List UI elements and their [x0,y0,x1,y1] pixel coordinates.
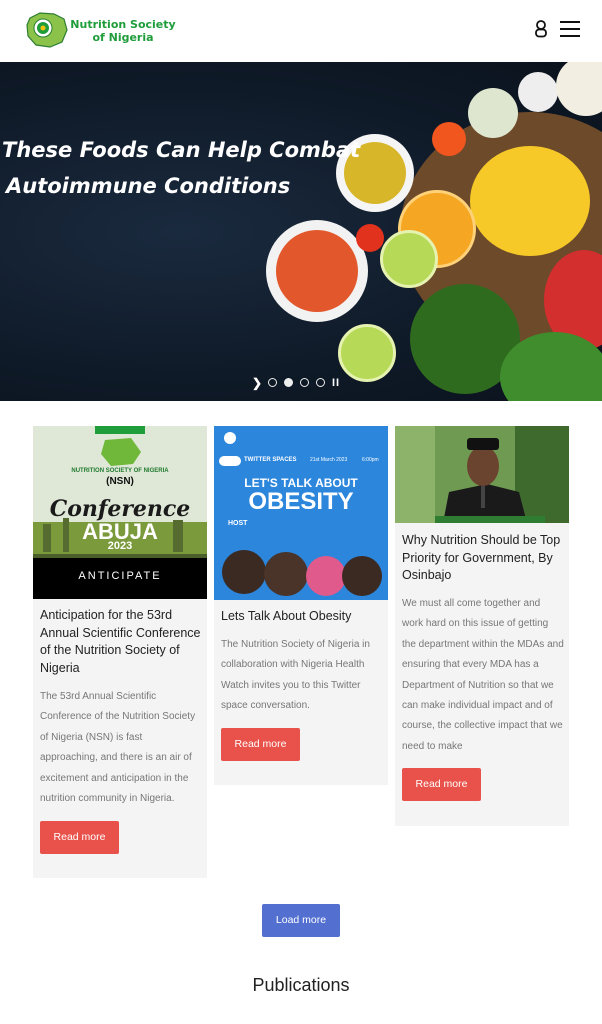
osinbajo-photo[interactable] [395,426,569,523]
card-excerpt: The 53rd Annual Scientific Conference of… [40,691,196,805]
news-card: NUTRITION SOCIETY OF NIGERIA (NSN) Confe… [33,426,207,878]
speaker-photo-graphic [395,426,569,523]
carousel-controls: ❯ II [252,376,352,390]
read-more-button[interactable]: Read more [221,728,300,761]
read-more-button[interactable]: Read more [40,821,119,854]
card-title[interactable]: Lets Talk About Obesity [221,608,383,626]
card-excerpt: We must all come together and work hard … [402,598,564,752]
site-header: Nutrition Society of Nigeria [0,0,602,62]
poster-anticipate-text: ANTICIPATE [78,570,162,582]
user-icon[interactable] [530,18,552,40]
poster-org-text: NUTRITION SOCIETY OF NIGERIA [71,468,169,474]
obesity-twitter-space-image[interactable]: TWITTER SPACES 21st March 2023 6:00pm LE… [214,426,388,600]
carousel-next-icon[interactable]: ❯ [252,376,262,390]
card-title[interactable]: Anticipation for the 53rd Annual Scienti… [40,607,202,677]
hamburger-menu-icon[interactable] [560,20,580,38]
lime-slice-2 [338,324,396,382]
news-card: Why Nutrition Should be Top Priority for… [395,426,569,826]
logo-text-line2: of Nigeria [92,31,154,44]
garlic [518,72,558,112]
card-excerpt: The Nutrition Society of Nigeria in coll… [221,639,370,712]
poster-host-text: HOST [228,520,248,527]
lime-slice-1 [380,230,438,288]
logo-text: Nutrition Society of Nigeria [68,18,178,44]
yellow-pepper [470,146,590,256]
cherry-tomato-2 [356,224,384,252]
hero-headline-line2: Autoimmune Conditions [6,174,291,198]
conference-poster-image[interactable]: NUTRITION SOCIETY OF NIGERIA (NSN) Confe… [33,426,207,599]
news-card: TWITTER SPACES 21st March 2023 6:00pm LE… [214,426,388,785]
publications-heading: Publications [252,975,350,995]
hero-carousel[interactable]: These Foods Can Help Combat Autoimmune C… [0,62,602,401]
hero-headline-line1: These Foods Can Help Combat [2,138,361,162]
carousel-dot-4[interactable] [316,378,325,387]
poster-time-text: 6:00pm [362,457,379,463]
read-more-button[interactable]: Read more [402,768,481,801]
cauliflower [556,62,602,116]
cherry-tomato-1 [432,122,466,156]
paprika-spice [276,230,358,312]
logo-text-line1: Nutrition Society [70,18,176,31]
carousel-pause-icon[interactable]: II [332,376,340,390]
poster-year-text: 2023 [107,540,133,552]
poster-obesity-text: OBESITY [248,488,354,515]
nigeria-map-logo-icon [26,12,68,48]
carousel-dot-1[interactable] [268,378,277,387]
hero-headline: These Foods Can Help Combat Autoimmune C… [2,132,362,204]
carousel-dot-2[interactable] [284,378,293,387]
carousel-dot-3[interactable] [300,378,309,387]
load-more-button[interactable]: Load more [262,904,340,937]
card-title[interactable]: Why Nutrition Should be Top Priority for… [402,532,564,585]
poster-nsn-text: (NSN) [106,476,134,487]
site-logo[interactable]: Nutrition Society of Nigeria [24,10,176,52]
poster-date-text: 21st March 2023 [310,457,348,463]
poster-twitter-spaces-text: TWITTER SPACES [244,457,297,463]
onion [468,88,518,138]
